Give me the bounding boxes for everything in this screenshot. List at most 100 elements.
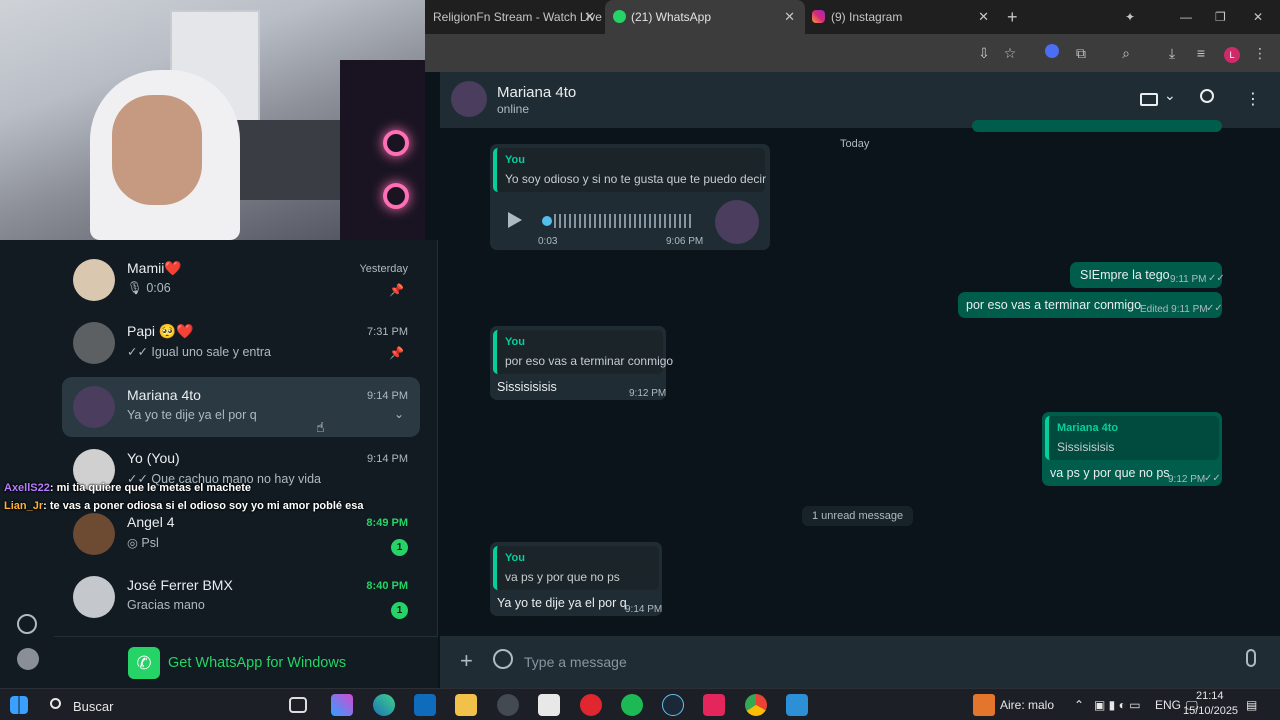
contact-avatar[interactable] [451,81,487,117]
profile-avatar[interactable]: L [1221,42,1243,64]
downloads-icon[interactable]: ⤓ [1161,42,1183,64]
chat-preview: ◎ Psl [127,536,159,550]
tiktok-icon[interactable] [703,694,725,716]
message-pane: Today You Yo soy odioso y si no te gusta… [440,120,1280,636]
stream-chat-text: : te vas a poner odiosa si el odioso soy… [43,500,364,512]
chat-item-papi[interactable]: Papi 🥺❤️ ✓✓ Igual uno sale y entra 7:31 … [62,313,420,373]
message-bubble-outgoing[interactable]: por eso vas a terminar conmigo Edited 9:… [958,292,1223,318]
taskbar-search-text: Buscar [73,699,114,714]
chat-time: 9:14 PM [367,390,408,402]
language-indicator[interactable]: ENG [1155,698,1181,712]
message-bubble-incoming[interactable]: You Yo soy odioso y si no te gusta que t… [490,144,770,250]
stream-chat-user: Lian_Jr [4,500,44,512]
window-close-icon[interactable]: ✕ [1253,0,1273,34]
chat-time: 9:14 PM [367,453,408,465]
close-icon[interactable]: ✕ [784,0,795,34]
message-bubble-outgoing[interactable]: Mariana 4to Sissisisisis va ps y por que… [1042,412,1222,486]
chat-time: 8:40 PM [366,580,408,592]
minimize-icon[interactable]: — [1180,0,1200,34]
store-icon[interactable] [538,694,560,716]
chat-preview: ✓✓ Igual uno sale y entra [127,345,271,359]
clock-date[interactable]: 15/10/2025 [1183,705,1238,717]
bookmark-star-icon[interactable]: ☆ [999,42,1021,64]
message-text: Sissisisisis [497,380,557,394]
settings-icon[interactable] [17,614,37,634]
chrome-icon[interactable] [745,694,767,716]
outlook-icon[interactable] [414,694,436,716]
spotify-icon[interactable] [621,694,643,716]
sticker-emoji-icon[interactable] [493,649,513,669]
avatar [73,259,115,301]
opera-icon[interactable] [580,694,602,716]
message-text: SIEmpre la tego [1080,268,1170,282]
maximize-icon[interactable]: ❐ [1215,0,1235,34]
weather-icon[interactable] [973,694,995,716]
chat-item-angel[interactable]: Angel 4 ◎ Psl 8:49 PM 1 [62,504,420,564]
new-tab-button[interactable]: + [1007,0,1027,34]
chat-time: 8:49 PM [366,517,408,529]
message-input[interactable] [524,645,1224,679]
message-time: 9:12 PM [629,388,667,399]
chat-item-mariana[interactable]: Mariana 4to Ya yo te dije ya el por q 9:… [62,377,420,437]
install-icon[interactable]: ⇩ [973,42,995,64]
promo-text: Get WhatsApp for Windows [168,655,347,671]
task-view-icon[interactable] [289,697,307,713]
chat-time: 7:31 PM [367,326,408,338]
search-icon[interactable] [1200,89,1214,103]
taskbar-search[interactable]: Buscar [42,693,278,717]
tab-search-icon[interactable]: ⌕ [1115,42,1137,64]
chat-list: Mamii❤️ 🎙 0:06 Yesterday 📌 Papi 🥺❤️ ✓✓ I… [54,240,438,688]
clock-time[interactable]: 21:14 [1196,690,1224,702]
pin-icon: 📌 [389,283,404,297]
tab-religionfn[interactable]: ReligionFn Stream - Watch Live ✕ [425,0,603,34]
windows-taskbar: Buscar Aire: malo ⌃ ▣ ▮ ◐ ▭ ENG 🖵 21:14 … [0,688,1280,720]
steam-icon[interactable] [662,694,684,716]
quoted-message[interactable]: You Yo soy odioso y si no te gusta que t… [493,148,766,192]
voice-progress-dot[interactable] [542,216,552,226]
file-explorer-icon[interactable] [455,694,477,716]
mouse-cursor: ☝ [316,419,325,435]
contact-name: Mariana 4to [497,84,577,101]
chat-preview: 🎙 0:06 [127,281,171,296]
video-call-icon[interactable] [1140,93,1158,106]
read-ticks-icon: ✓✓ [1204,473,1221,484]
app-blue-icon[interactable] [786,694,808,716]
media-controls-icon[interactable]: ≡ [1190,42,1212,64]
gemini-icon[interactable]: ✦ [1125,0,1151,34]
extension-blue-icon[interactable] [1041,42,1063,64]
stream-chat-user: AxellS22 [4,482,50,494]
tab-instagram[interactable]: (9) Instagram ✕ [807,0,999,34]
get-whatsapp-banner[interactable]: ✆ Get WhatsApp for Windows [54,636,438,688]
tray-icons[interactable]: ▣ ▮ ◐ ▭ [1094,698,1141,712]
app-icon[interactable] [497,694,519,716]
windows-start-icon[interactable] [10,696,28,714]
tab-whatsapp[interactable]: (21) WhatsApp ✕ [605,0,805,34]
chat-item-jose[interactable]: José Ferrer BMX Gracias mano 8:40 PM 1 [62,567,420,627]
chevron-down-icon[interactable]: ⌄ [394,407,404,421]
profile-avatar[interactable] [17,648,39,670]
message-bubble-outgoing[interactable]: SIEmpre la tego 9:11 PM ✓✓ [1070,262,1225,288]
message-bubble-incoming[interactable]: You va ps y por que no ps Ya yo te dije … [490,542,662,616]
copilot-icon[interactable] [331,694,353,716]
close-icon[interactable]: ✕ [584,0,595,34]
read-ticks-icon: ✓✓ [1208,273,1225,284]
browser-menu-icon[interactable]: ⋮ [1249,42,1271,64]
close-icon[interactable]: ✕ [978,0,989,34]
message-bubble-incoming[interactable]: You por eso vas a terminar conmigo Sissi… [490,326,673,400]
chat-name: Angel 4 [127,514,175,530]
avatar [73,513,115,555]
quoted-message[interactable]: You va ps y por que no ps [493,546,659,590]
weather-text[interactable]: Aire: malo [1000,698,1054,712]
notifications-icon[interactable]: ▤ [1246,698,1257,712]
chevron-up-icon[interactable]: ⌃ [1074,698,1084,712]
play-icon[interactable] [508,212,522,228]
quoted-message[interactable]: Mariana 4to Sissisisisis [1045,416,1219,460]
chevron-down-icon[interactable]: ⌄ [1164,87,1176,104]
quoted-message[interactable]: You por eso vas a terminar conmigo [493,330,673,374]
menu-dots-icon[interactable]: ⋮ [1245,89,1261,109]
mic-icon[interactable] [1246,649,1256,667]
chat-item-mamii[interactable]: Mamii❤️ 🎙 0:06 Yesterday 📌 [62,250,420,310]
edge-icon[interactable] [373,694,395,716]
attach-plus-icon[interactable]: + [460,648,473,674]
extensions-puzzle-icon[interactable]: ⧉ [1070,42,1092,64]
